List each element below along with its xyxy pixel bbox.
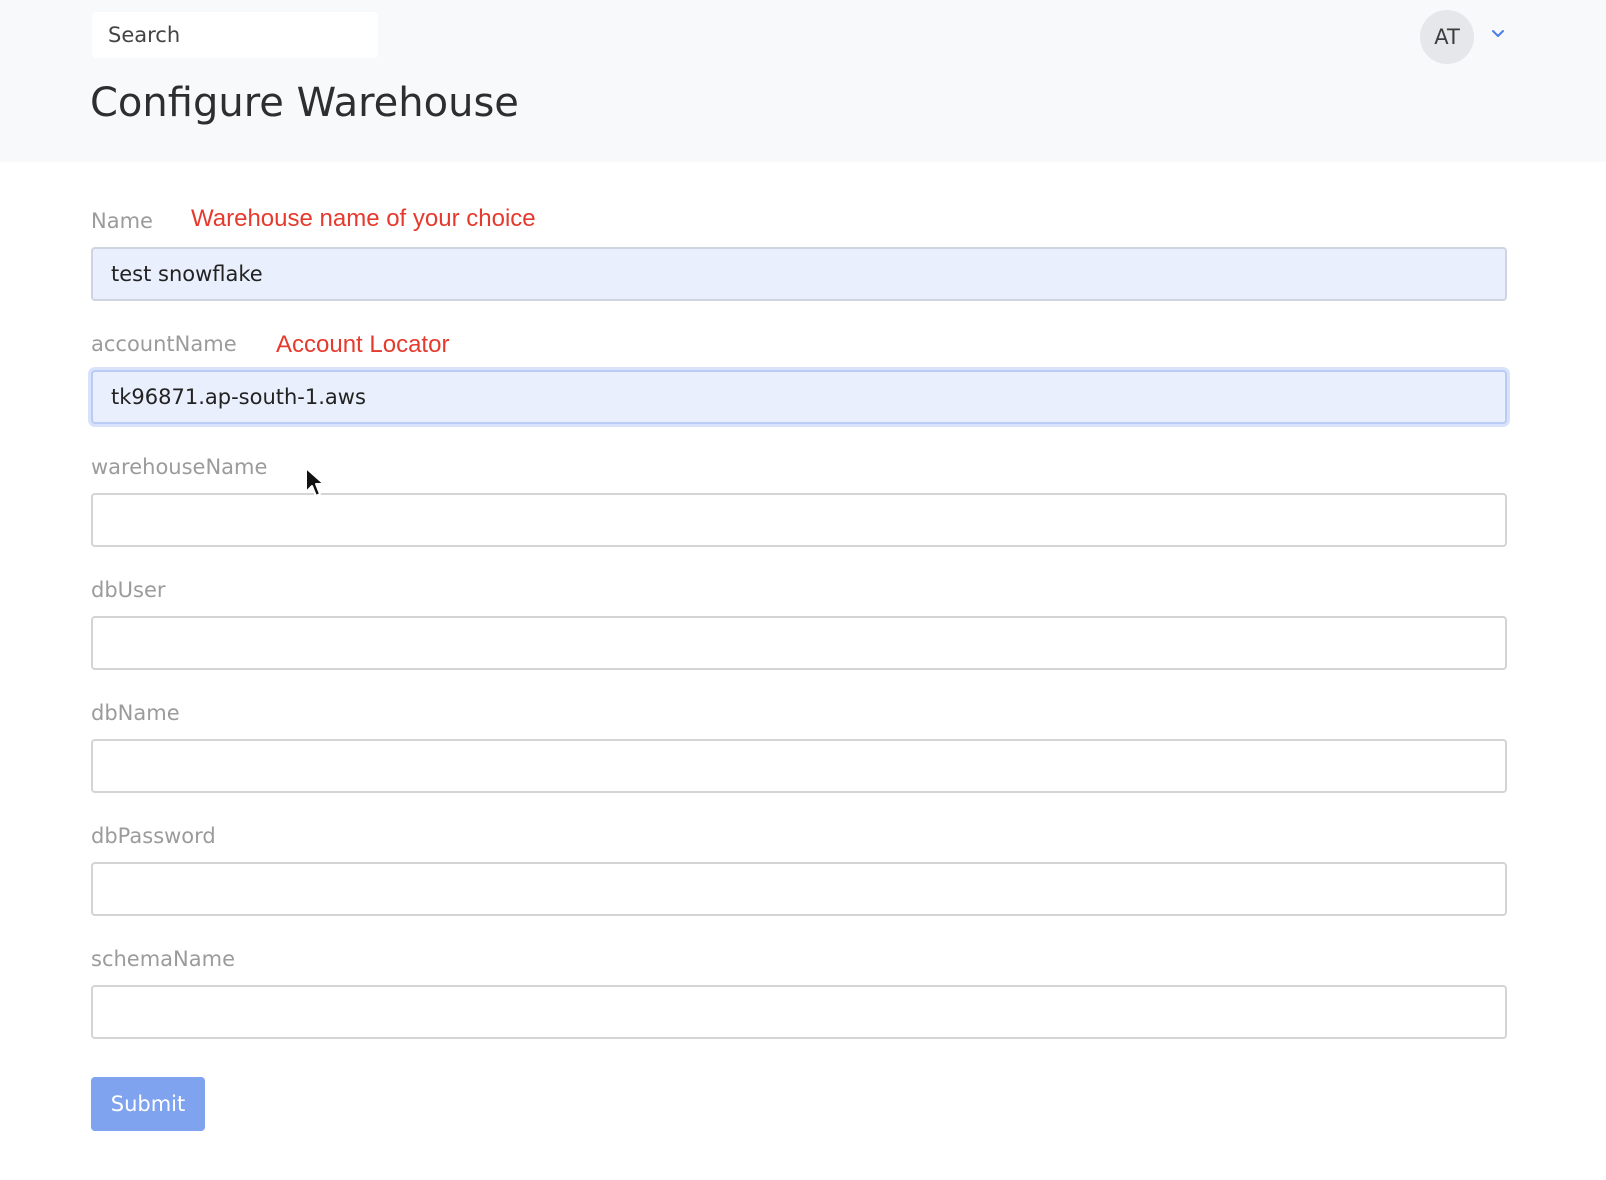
name-field[interactable] <box>91 247 1507 301</box>
page-title: Configure Warehouse <box>90 80 519 126</box>
name-hint: Warehouse name of your choice <box>191 205 536 232</box>
db-user-field[interactable] <box>91 616 1507 670</box>
account-name-field[interactable] <box>91 370 1507 424</box>
db-user-label: dbUser <box>91 578 166 602</box>
search-input[interactable]: Search <box>92 12 378 58</box>
account-name-hint: Account Locator <box>276 331 450 358</box>
db-password-field[interactable] <box>91 862 1507 916</box>
db-name-field[interactable] <box>91 739 1507 793</box>
schema-name-label: schemaName <box>91 947 235 971</box>
schema-name-field[interactable] <box>91 985 1507 1039</box>
search-placeholder: Search <box>108 23 181 47</box>
mouse-cursor-icon <box>305 467 325 497</box>
submit-button[interactable]: Submit <box>91 1077 205 1131</box>
chevron-down-icon[interactable] <box>1488 24 1508 44</box>
avatar[interactable]: AT <box>1420 10 1474 64</box>
db-name-label: dbName <box>91 701 180 725</box>
db-password-label: dbPassword <box>91 824 216 848</box>
account-name-label: accountName <box>91 332 237 356</box>
top-bar: Search AT Configure Warehouse <box>0 0 1606 162</box>
avatar-initials: AT <box>1434 25 1460 49</box>
name-label: Name <box>91 209 153 233</box>
warehouse-name-label: warehouseName <box>91 455 268 479</box>
